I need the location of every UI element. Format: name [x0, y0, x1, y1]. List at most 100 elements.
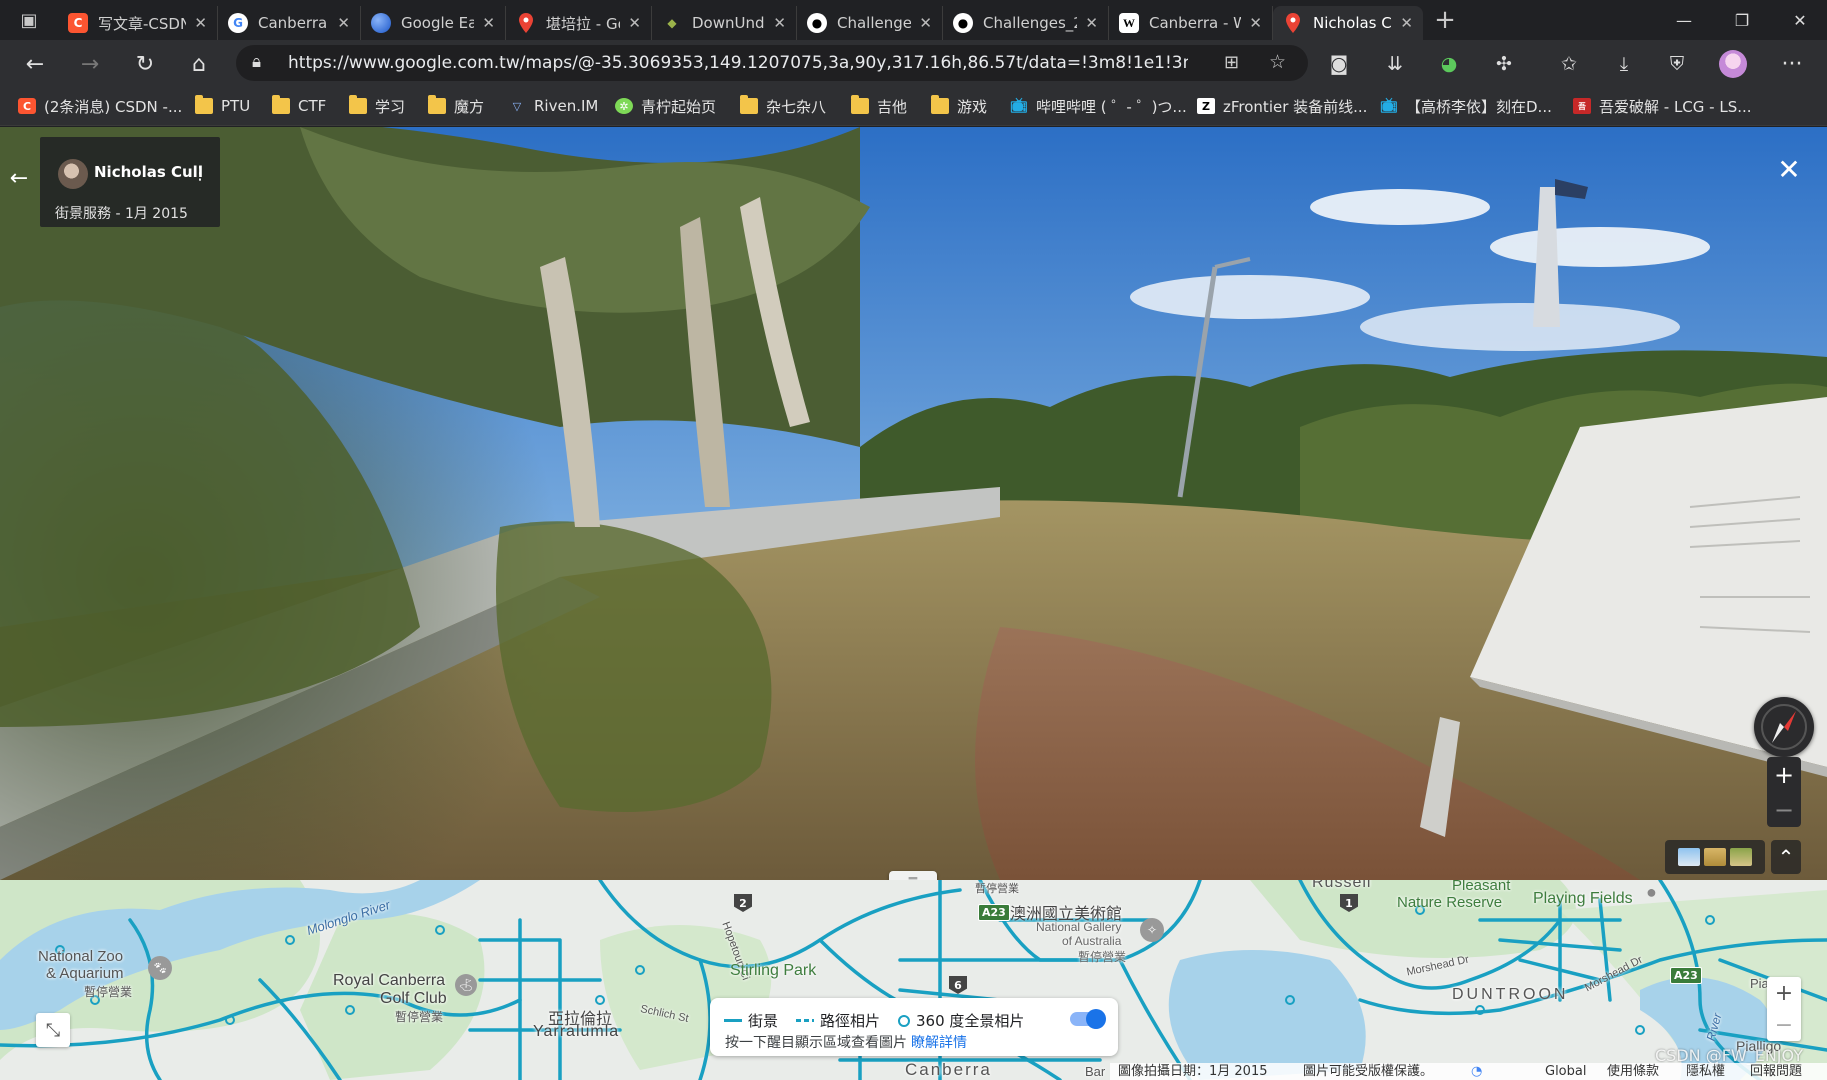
- tab-8-active[interactable]: Nicholas Cul ✕: [1273, 6, 1423, 40]
- address-bar[interactable]: 🔒︎ https://www.google.com.tw/maps/@-35.3…: [236, 45, 1308, 81]
- label-golf-club[interactable]: Royal Canberra: [333, 972, 445, 990]
- thumbnail-grass[interactable]: [1730, 848, 1752, 866]
- bookmark-item[interactable]: C (2条消息) CSDN -...: [18, 86, 182, 126]
- expand-thumbnails-button[interactable]: ⌃: [1771, 840, 1801, 874]
- bookmark-item[interactable]: 吾吾爱破解 - LCG - LS...: [1573, 86, 1752, 126]
- bookmark-folder[interactable]: CTF: [272, 86, 326, 126]
- author-name[interactable]: Nicholas Cull: [94, 163, 203, 181]
- tab-2[interactable]: Google Earth ✕: [361, 6, 506, 40]
- map-zoom-in-button[interactable]: +: [1767, 977, 1801, 1009]
- author-avatar[interactable]: [58, 159, 88, 189]
- imagery-thumbnails[interactable]: [1665, 840, 1765, 874]
- privacy-link[interactable]: 隱私權: [1686, 1063, 1725, 1080]
- label-pleasant[interactable]: Pleasant: [1452, 880, 1510, 894]
- label-stirling-park[interactable]: Stirling Park: [730, 962, 816, 980]
- close-street-view-button[interactable]: ✕: [1772, 152, 1806, 186]
- minimize-button[interactable]: —: [1659, 0, 1709, 40]
- downloads-icon[interactable]: ⤓: [1607, 47, 1641, 81]
- tab-7[interactable]: W Canberra - W ✕: [1109, 6, 1273, 40]
- label-zoo[interactable]: National Zoo: [38, 948, 123, 965]
- label-playing-fields[interactable]: Playing Fields: [1533, 890, 1633, 908]
- label-national-gallery[interactable]: National Gallery: [1036, 920, 1121, 934]
- tab-5[interactable]: ● Challenges_2 ✕: [797, 6, 943, 40]
- bookmark-label: 杂七杂八: [766, 97, 827, 116]
- learn-more-link[interactable]: 瞭解詳情: [911, 1035, 967, 1051]
- tab-close-icon[interactable]: ✕: [1249, 14, 1262, 32]
- map-zoom-out-button[interactable]: −: [1767, 1009, 1801, 1041]
- maps-icon: [516, 13, 536, 33]
- golf-icon[interactable]: ⛳︎: [455, 974, 477, 996]
- tab-6[interactable]: ● Challenges_2 ✕: [943, 6, 1109, 40]
- thumbnail-field[interactable]: [1704, 848, 1726, 866]
- tab-close-icon[interactable]: ✕: [773, 14, 786, 32]
- tab-close-icon[interactable]: ✕: [1400, 14, 1413, 32]
- zoom-in-button[interactable]: +: [1767, 757, 1801, 792]
- favorites-icon[interactable]: ✩: [1552, 47, 1586, 81]
- extension-icon[interactable]: ◙: [1322, 47, 1356, 81]
- close-window-button[interactable]: ✕: [1775, 0, 1825, 40]
- museum-icon[interactable]: ✧: [1140, 918, 1164, 942]
- playing-fields-pin-icon[interactable]: ●: [1646, 882, 1657, 903]
- profile-avatar[interactable]: [1716, 47, 1750, 81]
- more-options-button[interactable]: ⋮: [190, 159, 210, 187]
- minimize-icon: —: [1676, 10, 1692, 30]
- url-text[interactable]: https://www.google.com.tw/maps/@-35.3069…: [288, 45, 1188, 81]
- color-ext-icon[interactable]: ◕: [1432, 47, 1466, 81]
- extensions-puzzle-icon[interactable]: ✣: [1487, 47, 1521, 81]
- tab-close-icon[interactable]: ✕: [628, 14, 641, 32]
- bookmark-folder[interactable]: 吉他: [851, 86, 907, 126]
- terms-link[interactable]: 使用條款: [1607, 1063, 1659, 1080]
- tab-close-icon[interactable]: ✕: [482, 14, 495, 32]
- favorite-add-icon[interactable]: ☆: [1269, 51, 1286, 73]
- thumbnail-sky[interactable]: [1678, 848, 1700, 866]
- report-problem-link[interactable]: 回報問題: [1750, 1063, 1802, 1080]
- coverage-toggle[interactable]: [1070, 1009, 1106, 1029]
- compass-button[interactable]: [1754, 697, 1814, 757]
- tab-actions-button[interactable]: ▣: [0, 0, 58, 40]
- back-button[interactable]: ←: [18, 47, 52, 81]
- legend-360-photos: 360 度全景相片: [898, 1010, 1024, 1031]
- new-tab-button[interactable]: +: [1423, 0, 1467, 40]
- label-golf-club-2[interactable]: Golf Club: [380, 990, 447, 1008]
- earth-icon: [371, 13, 391, 33]
- tab-close-icon[interactable]: ✕: [194, 14, 207, 32]
- global-link[interactable]: Global: [1545, 1063, 1586, 1080]
- label-zoo-2[interactable]: & Aquarium: [46, 965, 124, 982]
- label-national-gallery-2[interactable]: of Australia: [1062, 934, 1121, 948]
- label-nature-reserve[interactable]: Nature Reserve: [1397, 894, 1502, 911]
- mini-map[interactable]: Molonglo River National Zoo & Aquarium 暫…: [0, 880, 1827, 1080]
- tab-3[interactable]: 堪培拉 - Goo ✕: [506, 6, 652, 40]
- tab-0[interactable]: C 写文章-CSDN ✕: [58, 6, 218, 40]
- back-to-map-button[interactable]: ←: [6, 165, 32, 191]
- bookmark-folder[interactable]: 杂七杂八: [740, 86, 826, 126]
- map-resize-handle[interactable]: ═: [889, 871, 937, 880]
- bookmark-item[interactable]: ✲ 青柠起始页: [615, 86, 716, 126]
- tab-1[interactable]: G Canberra - G ✕: [218, 6, 361, 40]
- download-ext-icon[interactable]: ⇊: [1378, 47, 1412, 81]
- tab-title: Google Earth: [401, 14, 474, 32]
- map-expand-button[interactable]: ⤡: [36, 1013, 70, 1047]
- bookmark-item[interactable]: 📺︎ 【高桥李依】刻在D...: [1380, 86, 1552, 126]
- bookmark-folder[interactable]: 游戏: [931, 86, 987, 126]
- app-install-icon[interactable]: ⊞: [1224, 52, 1239, 73]
- tab-4[interactable]: ◆ DownUnder ✕: [652, 6, 797, 40]
- bookmark-folder[interactable]: 魔方: [428, 86, 484, 126]
- bookmark-folder[interactable]: PTU: [195, 86, 250, 126]
- restore-button[interactable]: ❐: [1717, 0, 1767, 40]
- bookmark-item[interactable]: ▽ Riven.IM: [508, 86, 599, 126]
- shield-ext-icon[interactable]: ⛨: [1660, 47, 1694, 81]
- bookmark-item[interactable]: 📺︎ 哔哩哔哩 ( ゜- ゜)つ...: [1010, 86, 1187, 126]
- settings-menu-button[interactable]: ···: [1775, 47, 1809, 81]
- tab-close-icon[interactable]: ✕: [337, 14, 350, 32]
- zoom-out-button[interactable]: −: [1767, 792, 1801, 827]
- tab-close-icon[interactable]: ✕: [919, 14, 932, 32]
- home-button[interactable]: ⌂: [182, 47, 216, 81]
- zoo-paw-icon[interactable]: 🐾︎: [148, 956, 172, 980]
- street-view-panorama[interactable]: Nicholas Cull ⋮ 街景服務 - 1月 2015 ← ✕ + − ⌃…: [0, 127, 1827, 880]
- bookmark-folder[interactable]: 学习: [349, 86, 405, 126]
- bookmark-item[interactable]: ZzFrontier 装备前线...: [1197, 86, 1367, 126]
- bilibili-icon: 📺︎: [1380, 98, 1398, 114]
- reload-button[interactable]: ↻: [128, 47, 162, 81]
- tab-close-icon[interactable]: ✕: [1085, 14, 1098, 32]
- forward-button[interactable]: →: [73, 47, 107, 81]
